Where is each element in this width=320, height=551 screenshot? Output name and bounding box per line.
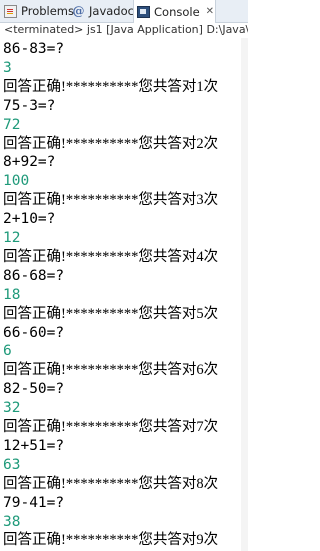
close-icon[interactable]: ✕: [206, 6, 214, 17]
javadoc-icon: @: [72, 3, 85, 18]
tab-javadoc-label: Javadoc: [89, 4, 134, 18]
tab-problems-label: Problems: [20, 4, 74, 18]
tab-problems[interactable]: Problems: [2, 0, 74, 22]
console-message-line: 回答正确!**********您共答对9次: [3, 532, 219, 549]
console-icon: [137, 5, 150, 18]
console-question-line: 86-83=?: [3, 41, 65, 57]
console-question-line: 66-60=?: [3, 324, 65, 341]
tab-console[interactable]: Console ✕: [133, 0, 216, 23]
tab-console-label: Console: [154, 4, 200, 19]
vertical-scrollbar[interactable]: [241, 38, 248, 551]
view-tab-bar: Problems @ Javadoc Console ✕: [0, 0, 248, 23]
tab-javadoc[interactable]: @ Javadoc: [72, 0, 134, 22]
console-status: <terminated> js1 [Java Application] D:\J…: [4, 23, 248, 36]
problems-icon: [4, 4, 17, 18]
